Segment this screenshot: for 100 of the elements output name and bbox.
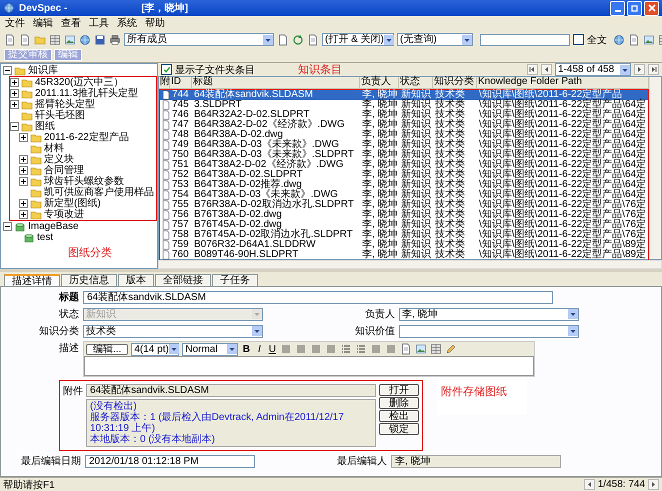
page-icon[interactable] [19,34,31,46]
next-page-button[interactable] [634,64,645,75]
table-row[interactable]: 745 3.SLDPRT 李, 晓坤 新知识 技术类 \知识库\图纸\2011-6-22定型产品\64定 [160,100,648,110]
minimize-button[interactable] [610,0,625,16]
page-icon[interactable] [628,34,640,46]
align-icon[interactable] [295,343,308,355]
table-row[interactable]: 758 B76T45A-D-02取消边水孔.SLDPRT 李, 晓坤 新知识 技术类 \知识库\图纸\2011-6-22定型产品\76定 [160,230,648,240]
globe-icon[interactable] [613,34,625,46]
next-record-button[interactable] [648,479,659,490]
member-dropdown[interactable]: 所有成员 [124,33,274,46]
tab[interactable]: 全部链接 [155,274,211,286]
attachment-button[interactable]: 删除 [379,397,419,409]
tree-item[interactable]: 凯可供应商客户使用样品 [44,187,154,198]
file-icon[interactable] [277,34,289,46]
table-row[interactable]: 748 B64R38A-D-02.dwg 李, 晓坤 新知识 技术类 \知识库\图纸\2011-6-22定型产品\64定 [160,130,648,140]
refresh-icon[interactable] [292,34,304,46]
value-dropdown[interactable] [399,324,579,338]
menu-item[interactable]: 系统 [117,16,137,30]
last-page-button[interactable] [648,64,659,75]
align-icon[interactable] [370,343,382,355]
category-dropdown[interactable]: 技术类 [83,324,263,338]
tab[interactable]: 历史信息 [61,274,117,286]
tree-item[interactable]: ImageBase [28,221,79,232]
list-icon[interactable] [340,343,352,355]
tree-item[interactable]: 摇臂轮头定型 [35,99,95,110]
previous-page-button[interactable] [541,64,552,75]
align-icon[interactable] [385,343,398,355]
table-row[interactable]: 744 64装配体sandvik.SLDASM 李, 晓坤 新知识 技术类 \知识库\图纸\2011-6-22定型产品 [160,90,648,100]
restore-button[interactable] [627,0,642,16]
expand-toggle[interactable] [19,133,28,142]
fulltext-checkbox[interactable] [573,34,584,45]
expand-toggle[interactable] [19,166,28,175]
table-row[interactable]: 756 B76T38A-D-02.dwg 李, 晓坤 新知识 技术类 \知识库\图纸\2011-6-22定型产品\76定 [160,210,648,220]
tab[interactable]: 版本 [118,274,154,286]
attachment-button[interactable]: 锁定 [379,423,419,435]
table-row[interactable]: 750 B64R38A-D-03《未来款》.SLDPRT 李, 晓坤 新知识 技术类 \知识库\图纸\2011-6-22定型产品\64定 [160,150,648,160]
image-icon[interactable] [415,343,428,355]
attachment-button[interactable]: 打开 [379,384,419,396]
collapse-toggle[interactable] [3,222,12,231]
query-dropdown[interactable]: (无查询) [397,33,473,46]
tree-item[interactable]: 新定型(图纸) [44,198,101,209]
expand-toggle[interactable] [19,155,28,164]
tree-item[interactable]: 2011.11.3推孔轩头定型 [35,88,138,99]
print-icon[interactable] [109,34,121,46]
align-icon[interactable] [325,343,338,355]
attachment-button[interactable]: 检出 [379,410,419,422]
collapse-toggle[interactable] [3,66,12,75]
table-row[interactable]: 752 B64T38A-D-02.SLDPRT 李, 晓坤 新知识 技术类 \知识库\图纸\2011-6-22定型产品\64定 [160,170,648,180]
menu-item[interactable]: 文件 [5,16,25,30]
image-icon[interactable] [643,34,655,46]
tree-item[interactable]: 球齿轩头螺纹参数 [44,176,124,187]
tab[interactable]: 描述详情 [4,274,60,286]
attachment-file-field[interactable]: 64装配体sandvik.SLDASM [86,384,376,397]
globe-icon[interactable] [79,34,91,46]
tree-item[interactable]: 轩头毛坯图 [35,110,85,121]
font-size-dropdown[interactable]: 4(14 pt) [131,342,180,356]
document-icon[interactable] [4,34,16,46]
search-field[interactable] [480,34,570,46]
description-field[interactable] [84,356,534,376]
grid-icon[interactable] [430,343,442,355]
column-header[interactable]: 附 [159,77,170,88]
first-page-button[interactable] [527,64,538,75]
tree-item[interactable]: 图纸 [35,121,55,132]
menu-item[interactable]: 编辑 [33,16,53,30]
save-icon[interactable] [94,34,106,46]
expand-toggle[interactable] [10,100,19,109]
menu-item[interactable]: 帮助 [145,16,165,30]
close-button[interactable] [644,0,659,16]
table-row[interactable]: 749 B64R38A-D-03《未来款》.DWG 李, 晓坤 新知识 技术类 \知识库\图纸\2011-6-22定型产品\64定 [160,140,648,150]
table-row[interactable]: 760 B089T46-90H.SLDPRT 李, 晓坤 新知识 技术类 \知识库\图纸\2011-6-22定型产品\89定 [160,250,648,260]
table-row[interactable]: 753 B64T38A-D-02推荐.dwg 李, 晓坤 新知识 技术类 \知识库\图纸\2011-6-22定型产品\64定 [160,180,648,190]
tree-item[interactable]: 专项改进 [44,209,84,220]
previous-record-button[interactable] [584,479,595,490]
page-icon[interactable] [307,34,319,46]
expand-toggle[interactable] [10,78,19,87]
list-icon[interactable] [355,343,368,355]
horizontal-scrollbar[interactable] [158,260,662,269]
expand-toggle[interactable] [19,199,28,208]
tree-item[interactable]: 2011-6-22定型产品 [44,132,129,143]
subfolder-checkbox[interactable] [161,64,172,75]
table-row[interactable]: 747 B64R38A2-D-02《经济款》.DWG 李, 晓坤 新知识 技术类 \知识库\图纸\2011-6-22定型产品\64定 [160,120,648,130]
menu-item[interactable]: 工具 [89,16,109,30]
table-row[interactable]: 754 B64T38A-D-03《未来款》.DWG 李, 晓坤 新知识 技术类 \知识库\图纸\2011-6-22定型产品\64定 [160,190,648,200]
tree-item[interactable]: test [37,232,54,243]
column-header[interactable]: 状态 [399,77,433,88]
bold-button[interactable]: B [241,344,252,354]
vertical-scrollbar[interactable] [649,77,661,259]
title-field[interactable]: 64装配体sandvik.SLDASM [83,290,553,304]
pager-dropdown[interactable]: 1-458 of 458 [555,63,631,76]
expand-toggle[interactable] [10,89,19,98]
expand-toggle[interactable] [19,177,28,186]
state-dropdown[interactable]: (打开 & 关闭) [322,33,394,46]
expand-toggle[interactable] [19,210,28,219]
menu-item[interactable]: 查看 [61,16,81,30]
column-header[interactable]: 知识分类 [433,77,477,88]
table-row[interactable]: 746 B64R32A2-D-02.SLDPRT 李, 晓坤 新知识 技术类 \知识库\图纸\2011-6-22定型产品\64定 [160,110,648,120]
tree-item[interactable]: 定义块 [44,154,74,165]
column-header[interactable]: 标题 [192,77,360,88]
tree-item[interactable]: 材料 [44,143,64,154]
tree-item[interactable]: 知识库 [28,65,58,76]
